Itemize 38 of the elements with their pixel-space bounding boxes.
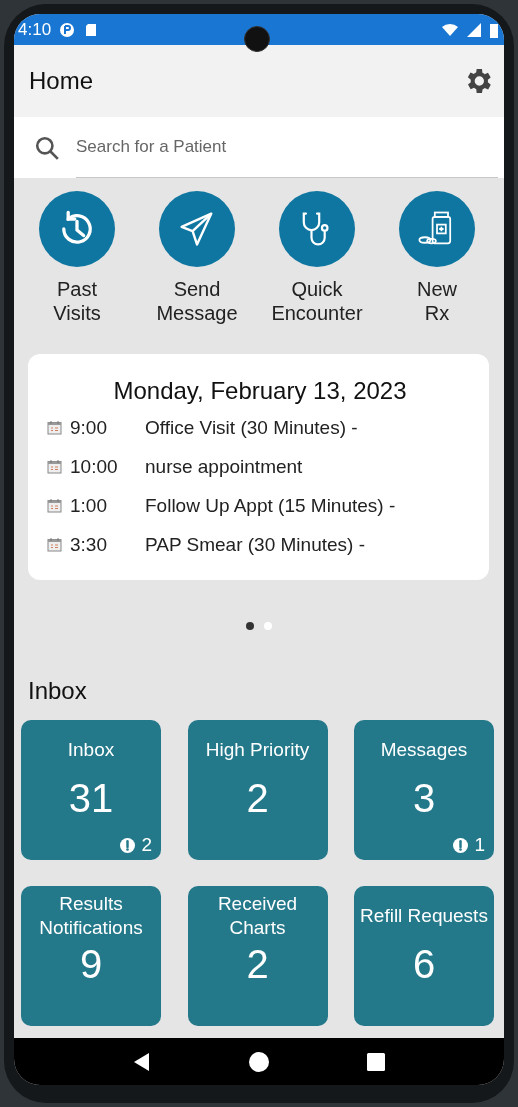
- calendar-icon: [47, 498, 62, 513]
- appointment-time: 10:00: [70, 455, 119, 478]
- appointment-time: 3:30: [70, 533, 108, 556]
- page-indicator-dot[interactable]: [246, 622, 254, 630]
- appointment-time: 9:00: [70, 416, 108, 439]
- signal-icon: [466, 21, 482, 38]
- calendar-icon: [47, 459, 62, 474]
- notification-icon: [59, 21, 76, 38]
- battery-icon: [490, 21, 498, 38]
- inbox-tile[interactable]: Inbox 31 2: [21, 720, 161, 860]
- appointment-description[interactable]: PAP Smear (30 Minutes) -: [145, 533, 473, 556]
- appointment-description[interactable]: Office Visit (30 Minutes) -: [145, 416, 473, 439]
- quick-action-button[interactable]: Quick Encounter: [257, 191, 377, 325]
- appointment-description[interactable]: nurse appointment: [145, 455, 473, 478]
- inbox-tile[interactable]: Received Charts 2: [187, 886, 328, 1026]
- page-indicator-dot[interactable]: [264, 622, 272, 630]
- inbox-tile[interactable]: Refill Requests 6: [354, 886, 494, 1026]
- status-time: 4:10: [18, 19, 52, 40]
- wifi-icon: [442, 21, 458, 38]
- inbox-tile[interactable]: Messages 3 1: [354, 720, 494, 860]
- quick-action-button[interactable]: New Rx: [377, 191, 497, 325]
- schedule-date: Monday, February 13, 2023: [112, 376, 408, 406]
- inbox-tile[interactable]: Results Notifications 9: [21, 886, 161, 1026]
- alert-icon: [120, 837, 136, 853]
- search-field[interactable]: Search for a Patient: [14, 117, 504, 178]
- quick-action-button[interactable]: Send Message: [137, 191, 257, 325]
- alert-icon: [453, 837, 469, 853]
- search-icon: [34, 134, 60, 161]
- quick-action-button[interactable]: Past Visits: [17, 191, 137, 325]
- inbox-tile[interactable]: High Priority 2: [187, 720, 328, 860]
- home-icon[interactable]: [248, 1050, 270, 1073]
- page-title: Home: [29, 67, 94, 95]
- appointment-time: 1:00: [70, 494, 108, 517]
- calendar-icon: [47, 537, 62, 552]
- calendar-icon: [47, 420, 62, 435]
- section-heading: Inbox: [28, 676, 88, 706]
- appointment-description[interactable]: Follow Up Appt (15 Minutes) -: [145, 494, 473, 517]
- recent-apps-icon[interactable]: [364, 1050, 387, 1073]
